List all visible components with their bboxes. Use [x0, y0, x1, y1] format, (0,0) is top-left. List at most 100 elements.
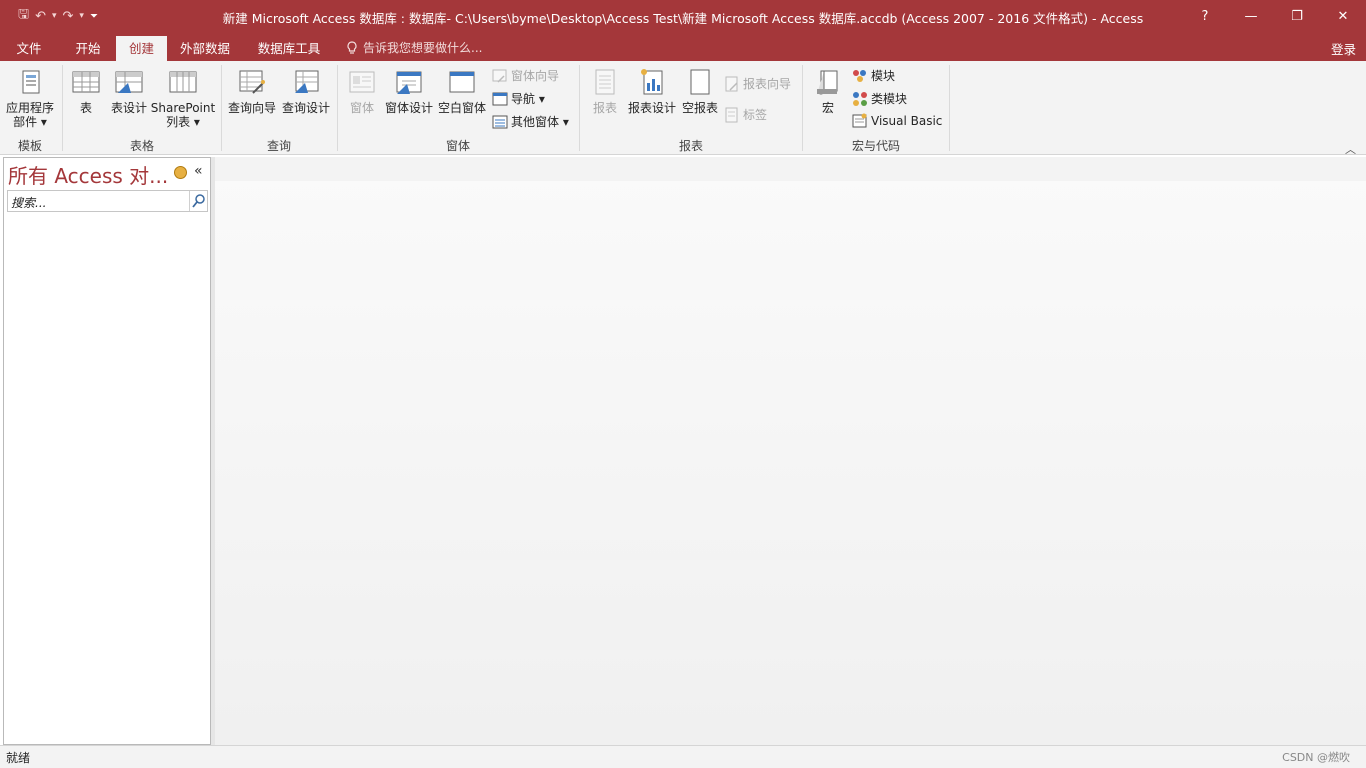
application-parts-button[interactable]: 应用程序 部件 ▾ [4, 67, 56, 129]
form-wizard-button[interactable]: 窗体向导 [492, 67, 559, 84]
report-icon [595, 69, 615, 95]
blank-report-icon [690, 69, 710, 95]
tab-create[interactable]: 创建 [116, 36, 167, 61]
more-forms-button[interactable]: 其他窗体 ▾ [492, 113, 569, 130]
macro-label: 宏 [821, 101, 834, 115]
title-bar: 🖫 ↶ ▾ ↷ ▾ ⏷ 新建 Microsoft Access 数据库 : 数据… [0, 0, 1366, 33]
document-workspace [215, 157, 1366, 745]
navigation-button[interactable]: 导航 ▾ [492, 90, 545, 107]
table-design-button[interactable]: 表设计 [108, 67, 150, 115]
group-divider [221, 65, 222, 151]
module-icon [853, 69, 866, 82]
table-label: 表 [79, 101, 92, 115]
application-parts-label-1: 应用程序 [5, 101, 54, 115]
navigation-menu-dropdown-icon[interactable] [174, 166, 187, 179]
group-label-reports: 报表 [678, 139, 703, 153]
visual-basic-icon [852, 113, 867, 128]
group-label-forms: 窗体 [445, 139, 470, 153]
status-text: 就绪 [6, 751, 31, 765]
blank-form-icon [449, 71, 475, 93]
labels-icon [725, 107, 738, 122]
query-wizard-label: 查询向导 [227, 101, 276, 115]
navigation-pane-title[interactable]: 所有 Access 对... [8, 160, 168, 189]
tell-me-box[interactable]: 告诉我您想要做什么... [346, 39, 482, 56]
query-design-button[interactable]: 查询设计 [280, 67, 332, 115]
sharepoint-list-icon [169, 71, 197, 93]
query-design-icon [295, 70, 319, 93]
macro-button[interactable]: 宏 [810, 67, 846, 115]
table-design-icon [115, 71, 143, 93]
class-module-icon [853, 91, 867, 106]
blank-form-label: 空白窗体 [437, 101, 486, 115]
report-wizard-button[interactable]: 报表向导 [724, 75, 791, 92]
more-forms-icon [492, 115, 508, 128]
document-tab-strip [215, 157, 1366, 181]
report-design-icon [641, 69, 663, 95]
query-wizard-button[interactable]: 查询向导 [226, 67, 278, 115]
group-label-tables: 表格 [129, 139, 154, 153]
search-button[interactable] [189, 191, 207, 211]
shutter-bar-collapse-button[interactable]: « [194, 163, 203, 179]
minimize-button[interactable]: — [1228, 0, 1274, 33]
visual-basic-button[interactable]: Visual Basic [852, 113, 942, 129]
form-button[interactable]: 窗体 [342, 67, 382, 115]
form-icon [349, 71, 375, 93]
blank-report-button[interactable]: 空报表 [680, 67, 720, 115]
table-button[interactable]: 表 [68, 67, 104, 115]
module-button[interactable]: 模块 [852, 67, 895, 84]
query-wizard-icon [239, 70, 265, 94]
report-button[interactable]: 报表 [586, 67, 624, 115]
blank-report-label: 空报表 [681, 101, 718, 115]
close-button[interactable]: ✕ [1320, 0, 1366, 33]
group-divider [579, 65, 580, 151]
labels-label: 标签 [743, 108, 768, 122]
blank-form-button[interactable]: 空白窗体 [436, 67, 488, 115]
macro-scroll-icon [817, 70, 838, 95]
group-divider [949, 65, 950, 151]
sharepoint-lists-button[interactable]: SharePoint 列表 ▾ [150, 67, 216, 129]
status-bar: 就绪 CSDN @燃吹 [0, 745, 1366, 768]
report-label: 报表 [592, 101, 617, 115]
navigation-icon [492, 92, 508, 105]
lightbulb-icon [347, 40, 357, 54]
search-placeholder: 搜索... [11, 196, 47, 210]
form-design-button[interactable]: 窗体设计 [384, 67, 434, 115]
table-icon [72, 71, 100, 93]
table-design-label: 表设计 [110, 101, 147, 115]
visual-basic-label: Visual Basic [871, 114, 943, 128]
group-label-queries: 查询 [266, 139, 291, 153]
group-label-macros-code: 宏与代码 [851, 139, 900, 153]
group-divider [802, 65, 803, 151]
collapse-ribbon-button[interactable]: ︿ [1345, 141, 1356, 157]
sign-in-link[interactable]: 登录 [1331, 39, 1356, 58]
tab-external-data[interactable]: 外部数据 [172, 36, 238, 61]
report-design-button[interactable]: 报表设计 [626, 67, 678, 115]
form-wizard-label: 窗体向导 [511, 69, 560, 83]
restore-button[interactable]: ❐ [1274, 0, 1320, 33]
ribbon-create: 应用程序 部件 ▾ 模板 表 表设计 SharePoint 列表 ▾ 表格 查询… [0, 61, 1366, 157]
navigation-label: 导航 ▾ [511, 92, 545, 106]
module-label: 模块 [871, 69, 896, 83]
form-label: 窗体 [349, 101, 374, 115]
form-design-icon [396, 71, 422, 94]
tab-home[interactable]: 开始 [64, 36, 112, 61]
group-divider [337, 65, 338, 151]
report-wizard-label: 报表向导 [743, 77, 792, 91]
more-forms-label: 其他窗体 ▾ [511, 115, 569, 129]
class-module-button[interactable]: 类模块 [852, 90, 907, 107]
navigation-pane: 所有 Access 对... « 搜索... [3, 157, 211, 745]
report-design-label: 报表设计 [627, 101, 676, 115]
class-module-label: 类模块 [871, 92, 908, 106]
labels-button[interactable]: 标签 [724, 106, 767, 123]
tab-database-tools[interactable]: 数据库工具 [248, 36, 330, 61]
sharepoint-label-2: 列表 ▾ [166, 115, 200, 129]
report-wizard-icon [725, 76, 738, 91]
application-parts-icon [22, 70, 40, 94]
application-parts-label-2: 部件 ▾ [13, 115, 47, 129]
tab-file[interactable]: 文件 [6, 36, 52, 61]
sharepoint-label-1: SharePoint [150, 101, 216, 115]
form-design-label: 窗体设计 [384, 101, 433, 115]
help-button[interactable]: ? [1182, 0, 1228, 33]
navigation-search-input[interactable]: 搜索... [7, 190, 208, 212]
search-icon [192, 194, 205, 208]
